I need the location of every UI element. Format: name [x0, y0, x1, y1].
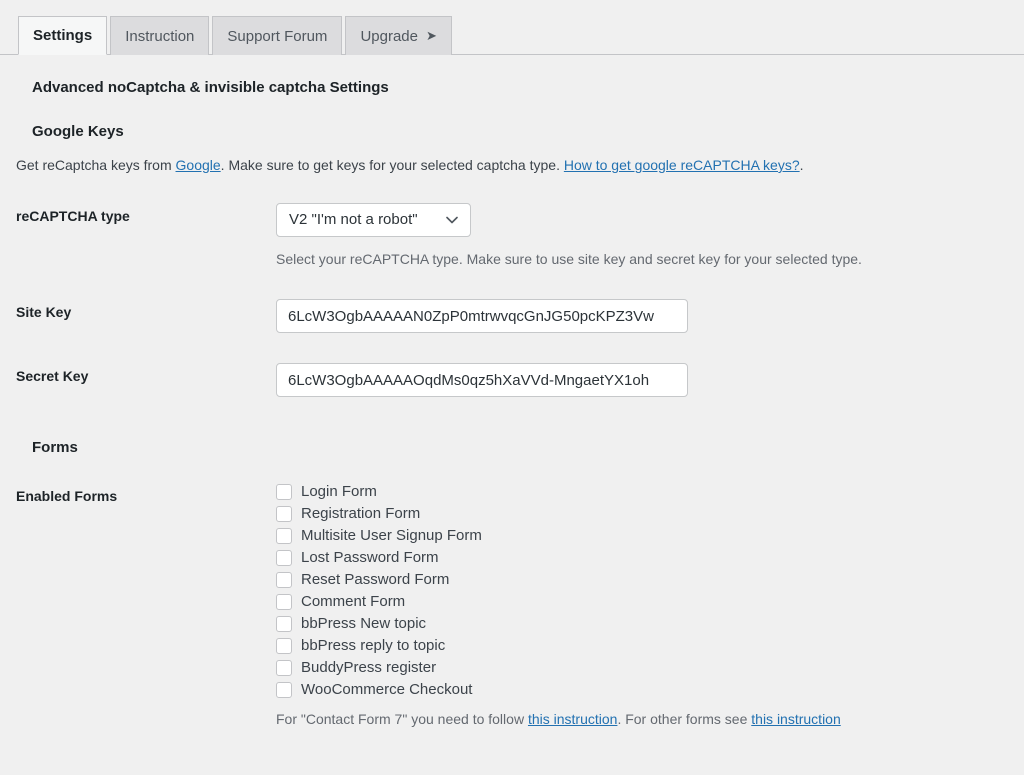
site-key-input[interactable] — [276, 299, 688, 334]
forms-heading: Forms — [32, 439, 78, 457]
google-link[interactable]: Google — [176, 157, 221, 173]
contact-form-7-instruction-link[interactable]: this instruction — [528, 711, 617, 727]
checkbox-item[interactable]: WooCommerce Checkout — [276, 681, 998, 699]
checkbox-item[interactable]: Multisite User Signup Form — [276, 527, 998, 545]
tab-instruction[interactable]: Instruction — [110, 16, 210, 55]
checkbox-label: bbPress reply to topic — [301, 637, 446, 655]
checkbox-bbpress-reply-to-topic[interactable] — [276, 638, 292, 655]
field-enabled-forms: Login Form Registration Form Multisite Use… — [276, 468, 1008, 759]
checkbox-item[interactable]: Lost Password Form — [276, 549, 998, 567]
recaptcha-type-description: Select your reCAPTCHA type. Make sure to… — [276, 250, 862, 267]
tab-support-forum[interactable]: Support Forum — [212, 16, 343, 55]
checkbox-label: Multisite User Signup Form — [301, 527, 482, 545]
settings-form-table: reCAPTCHA type V2 "I'm not a robot" Sele… — [16, 188, 1008, 413]
field-secret-key — [276, 348, 1008, 412]
checkbox-label: Registration Form — [301, 505, 421, 523]
checkbox-item[interactable]: Login Form — [276, 483, 998, 501]
checkbox-buddypress-register[interactable] — [276, 660, 292, 677]
forms-table: Enabled Forms Login Form Registration For… — [16, 468, 1008, 759]
other-forms-instruction-link[interactable]: this instruction — [751, 711, 840, 727]
checkbox-label: Reset Password Form — [301, 571, 450, 589]
checkbox-item[interactable]: BuddyPress register — [276, 659, 998, 677]
intro-text-part2: . Make sure to get keys for your selecte… — [220, 157, 564, 173]
row-recaptcha-type: reCAPTCHA type V2 "I'm not a robot" Sele… — [16, 188, 1008, 285]
chevron-down-icon — [446, 214, 458, 226]
label-secret-key: Secret Key — [16, 368, 89, 385]
tab-bar: Settings Instruction Support Forum Upgra… — [0, 0, 1024, 55]
checkbox-lost-password-form[interactable] — [276, 550, 292, 567]
checkbox-label: bbPress New topic — [301, 615, 427, 633]
field-site-key — [276, 284, 1008, 348]
checkbox-label: Comment Form — [301, 593, 406, 611]
tab-support-forum-label: Support Forum — [227, 27, 328, 45]
arrow-right-icon: ➤ — [425, 27, 437, 43]
checkbox-item[interactable]: Reset Password Form — [276, 571, 998, 589]
secret-key-input[interactable] — [276, 363, 688, 398]
label-enabled-forms: Enabled Forms — [16, 488, 118, 505]
checkbox-registration-form[interactable] — [276, 506, 292, 523]
checkbox-bbpress-new-topic[interactable] — [276, 616, 292, 633]
checkbox-item[interactable]: Comment Form — [276, 593, 998, 611]
checkbox-comment-form[interactable] — [276, 594, 292, 611]
tab-settings[interactable]: Settings — [18, 16, 108, 55]
checkbox-item[interactable]: Registration Form — [276, 505, 998, 523]
settings-content: Advanced noCaptcha & invisible captcha S… — [0, 79, 1024, 759]
checkbox-label: Lost Password Form — [301, 549, 439, 567]
tab-upgrade-label: Upgrade — [360, 27, 418, 45]
forms-note-part2: . For other forms see — [617, 711, 752, 728]
enabled-forms-checkbox-list: Login Form Registration Form Multisite Use… — [276, 483, 998, 699]
page-title: Advanced noCaptcha & invisible captcha S… — [32, 79, 389, 96]
checkbox-label: WooCommerce Checkout — [301, 681, 473, 699]
field-recaptcha-type: V2 "I'm not a robot" Select your reCAPTC… — [276, 188, 1008, 285]
howto-recaptcha-keys-link[interactable]: How to get google reCAPTCHA keys? — [564, 157, 800, 173]
tab-upgrade[interactable]: Upgrade ➤ — [345, 16, 452, 55]
checkbox-item[interactable]: bbPress New topic — [276, 615, 998, 633]
checkbox-login-form[interactable] — [276, 484, 292, 501]
label-recaptcha-type: reCAPTCHA type — [16, 207, 130, 224]
row-enabled-forms: Enabled Forms Login Form Registration For… — [16, 468, 1008, 759]
recaptcha-type-selected-value: V2 "I'm not a robot" — [289, 211, 418, 229]
label-site-key: Site Key — [16, 304, 72, 321]
checkbox-woocommerce-checkout[interactable] — [276, 682, 292, 699]
tab-instruction-label: Instruction — [125, 27, 195, 45]
row-secret-key: Secret Key — [16, 348, 1008, 412]
recaptcha-type-select[interactable]: V2 "I'm not a robot" — [276, 202, 471, 237]
checkbox-multisite-user-signup-form[interactable] — [276, 528, 292, 545]
tab-settings-label: Settings — [33, 27, 93, 44]
google-keys-description: Get reCaptcha keys from Google. Make sur… — [16, 156, 1008, 176]
checkbox-item[interactable]: bbPress reply to topic — [276, 637, 998, 655]
row-site-key: Site Key — [16, 284, 1008, 348]
checkbox-label: BuddyPress register — [301, 659, 437, 677]
forms-note-part1: For "Contact Form 7" you need to follow — [276, 711, 528, 728]
intro-text-part3: . — [799, 157, 804, 173]
google-keys-heading: Google Keys — [32, 123, 124, 140]
enabled-forms-note: For "Contact Form 7" you need to follow … — [276, 710, 998, 730]
intro-text-part1: Get reCaptcha keys from — [16, 157, 176, 173]
checkbox-label: Login Form — [301, 483, 377, 501]
checkbox-reset-password-form[interactable] — [276, 572, 292, 589]
